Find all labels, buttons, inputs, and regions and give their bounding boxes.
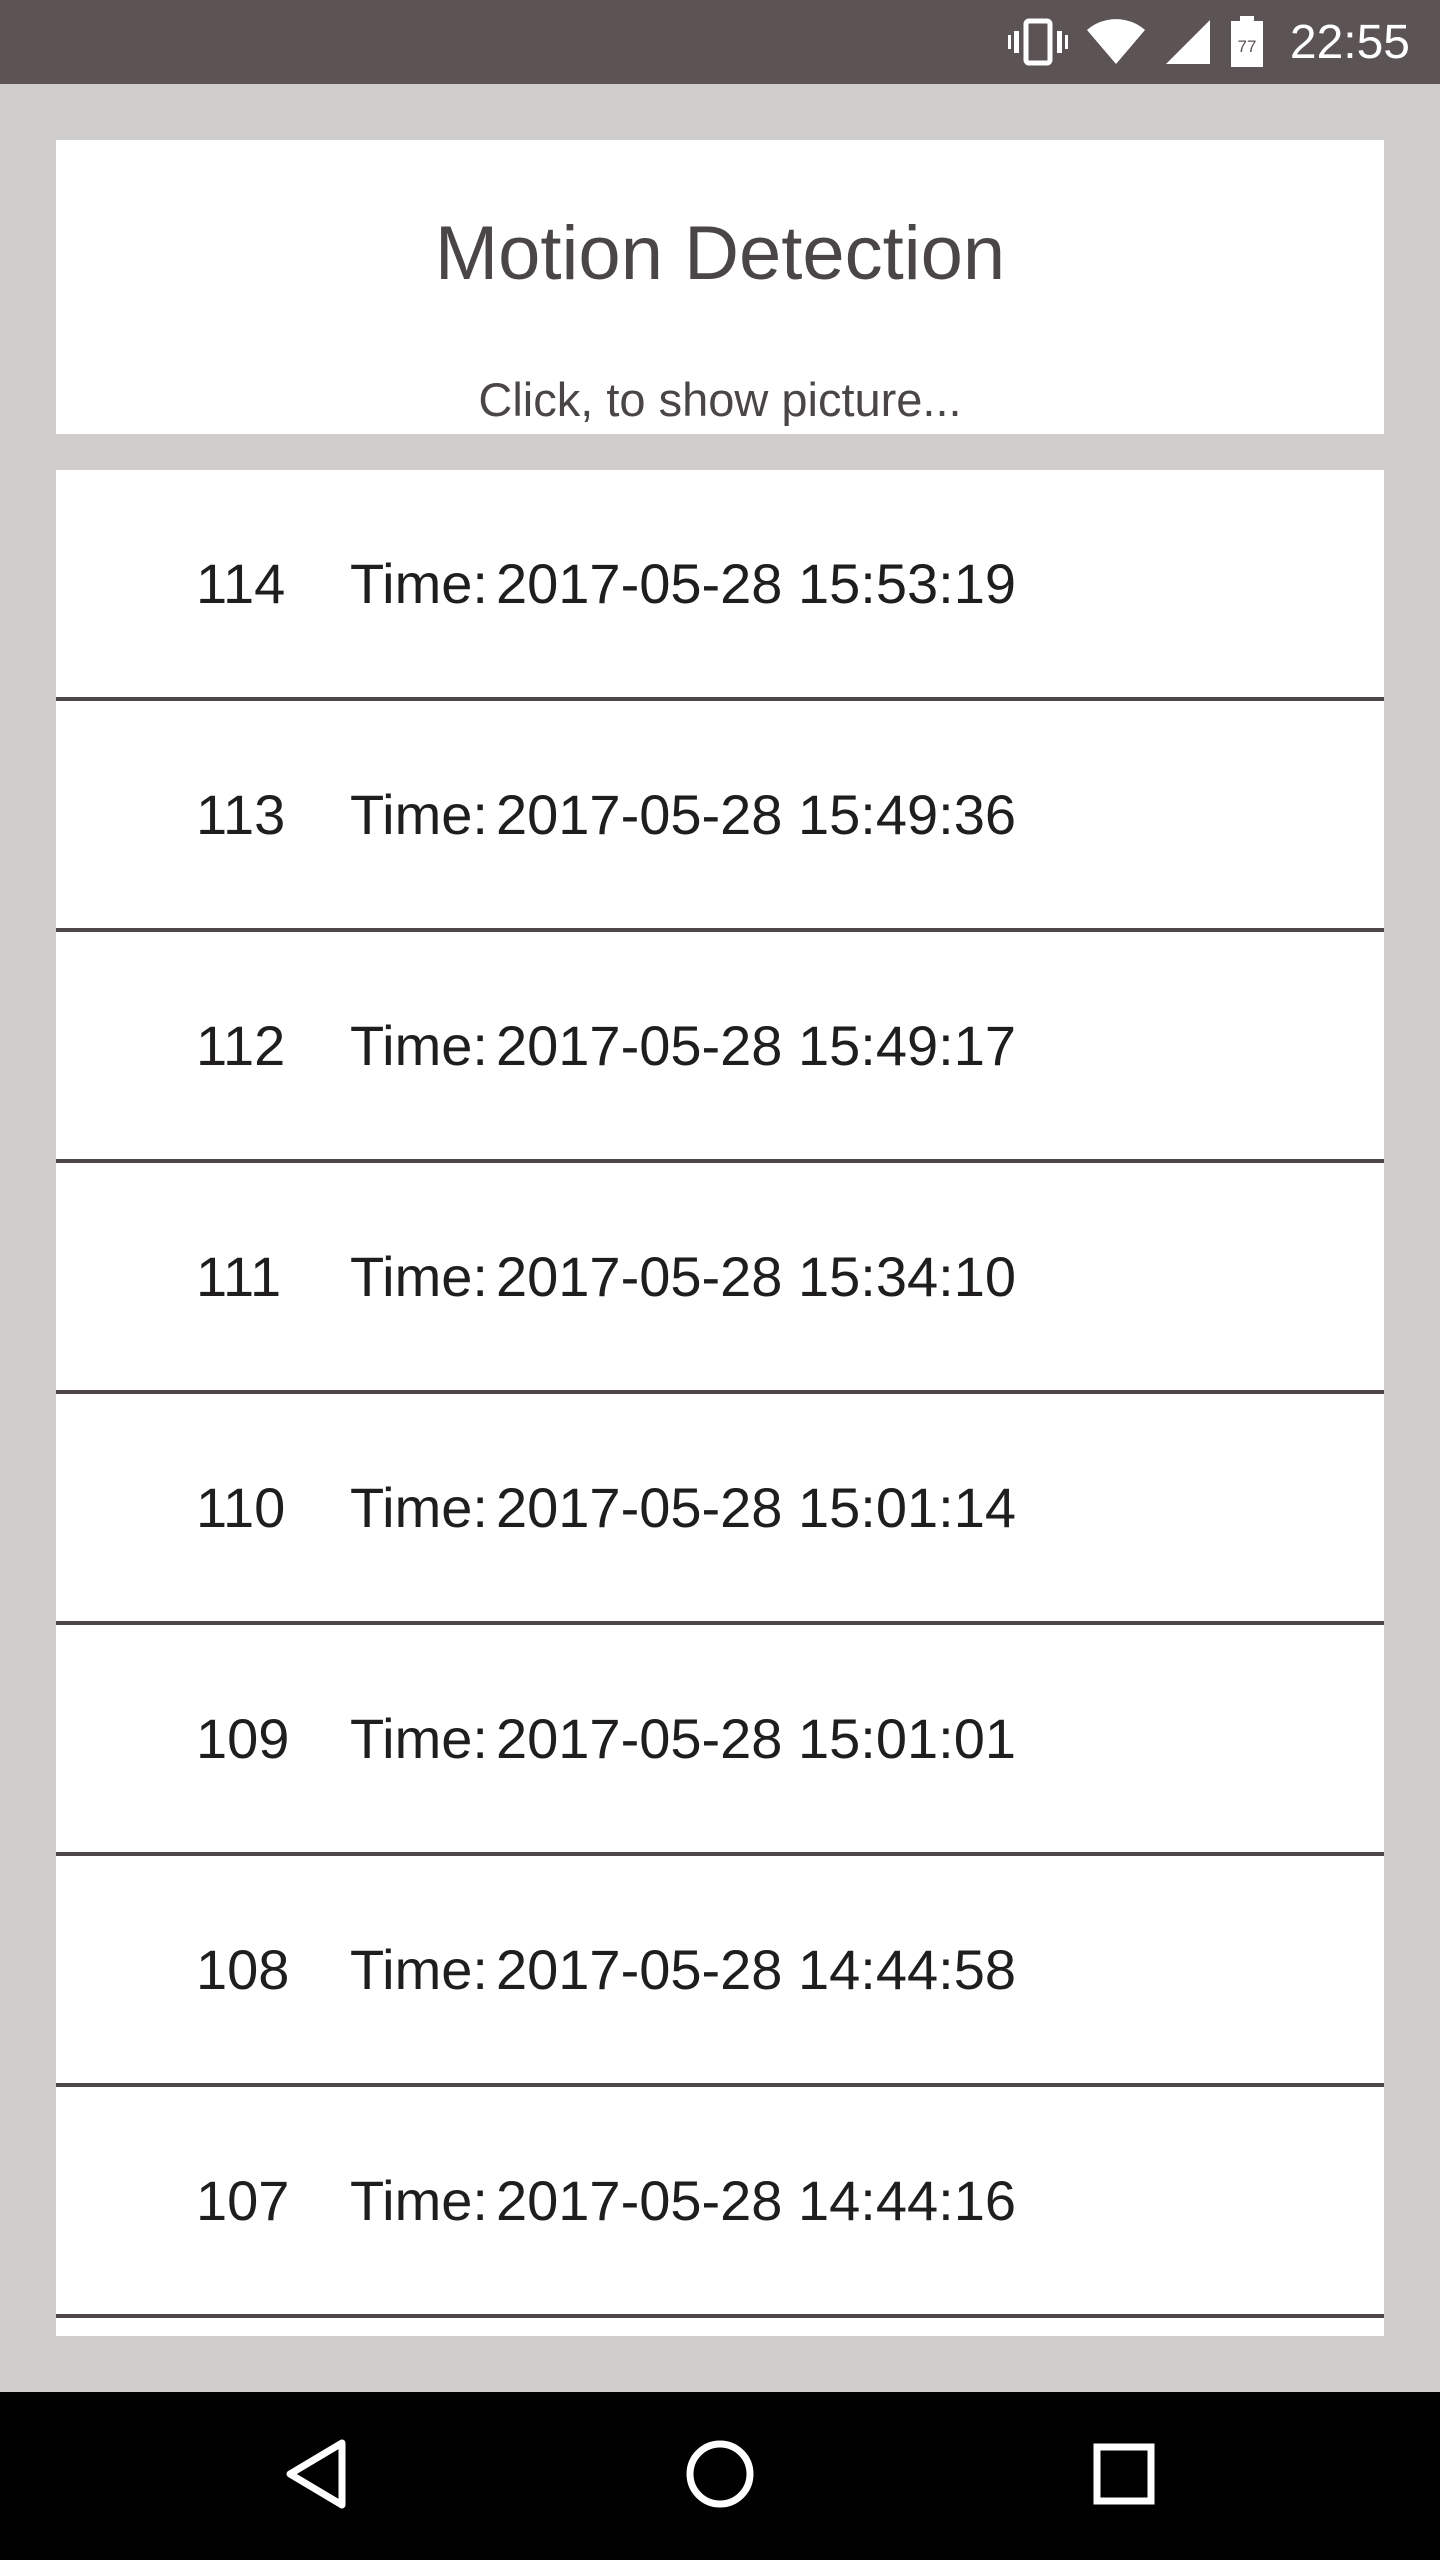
item-time-value: 2017-05-28 15:01:14: [496, 1476, 1016, 1539]
navigation-bar: [0, 2392, 1440, 2560]
item-time-label: Time:: [350, 783, 488, 846]
list-item[interactable]: 114 Time: 2017-05-28 15:53:19: [56, 470, 1384, 701]
vibrate-icon: [1007, 17, 1068, 67]
item-time-label: Time:: [350, 1476, 488, 1539]
home-button[interactable]: [636, 2392, 804, 2560]
back-button[interactable]: [232, 2392, 400, 2560]
recents-button[interactable]: [1040, 2392, 1208, 2560]
home-icon: [685, 2439, 755, 2514]
wifi-icon: [1086, 18, 1146, 66]
item-id: 109: [196, 1707, 290, 1770]
header-card: Motion Detection Click, to show picture.…: [56, 140, 1384, 434]
item-time-value: 2017-05-28 15:34:10: [496, 1245, 1016, 1308]
battery-icon: 77: [1230, 16, 1264, 68]
detection-list: 114 Time: 2017-05-28 15:53:19 113 Time: …: [56, 470, 1384, 2336]
item-time-value: 2017-05-28 14:44:58: [496, 1938, 1016, 2001]
item-time-label: Time:: [350, 1938, 488, 2001]
status-clock: 22:55: [1289, 15, 1410, 69]
battery-level-text: 77: [1237, 37, 1256, 56]
list-item[interactable]: 111 Time: 2017-05-28 15:34:10: [56, 1163, 1384, 1394]
item-time-value: 2017-05-28 14:44:16: [496, 2169, 1016, 2232]
list-item[interactable]: 109 Time: 2017-05-28 15:01:01: [56, 1625, 1384, 1856]
item-time-label: Time:: [350, 1707, 488, 1770]
item-time-value: 2017-05-28 15:01:01: [496, 1707, 1016, 1770]
back-icon: [284, 2439, 348, 2514]
item-time-label: Time:: [350, 2169, 488, 2232]
item-time-value: 2017-05-28 15:49:17: [496, 1014, 1016, 1077]
list-item[interactable]: 108 Time: 2017-05-28 14:44:58: [56, 1856, 1384, 2087]
item-id: 108: [196, 1938, 290, 2001]
status-bar: 77 22:55: [0, 0, 1440, 84]
item-id: 113: [196, 783, 286, 846]
list-item[interactable]: 110 Time: 2017-05-28 15:01:14: [56, 1394, 1384, 1625]
item-id: 111: [196, 1245, 282, 1308]
list-item[interactable]: 113 Time: 2017-05-28 15:49:36: [56, 701, 1384, 932]
page-title: Motion Detection: [434, 211, 1006, 296]
status-icons: 77 22:55: [1007, 0, 1410, 84]
item-time-label: Time:: [350, 552, 488, 615]
item-id: 107: [196, 2169, 290, 2232]
item-time-value: 2017-05-28 15:53:19: [496, 552, 1016, 615]
item-time-label: Time:: [350, 1245, 488, 1308]
item-id: 110: [196, 1476, 286, 1539]
list-item[interactable]: 112 Time: 2017-05-28 15:49:17: [56, 932, 1384, 1163]
item-id: 114: [196, 552, 286, 615]
item-id: 112: [196, 1014, 286, 1077]
list-item[interactable]: 107 Time: 2017-05-28 14:44:16: [56, 2087, 1384, 2318]
item-time-label: Time:: [350, 1014, 488, 1077]
item-time-value: 2017-05-28 15:49:36: [496, 783, 1016, 846]
signal-icon: [1164, 18, 1212, 66]
recents-icon: [1093, 2443, 1155, 2510]
page-subtitle: Click, to show picture...: [478, 373, 962, 426]
